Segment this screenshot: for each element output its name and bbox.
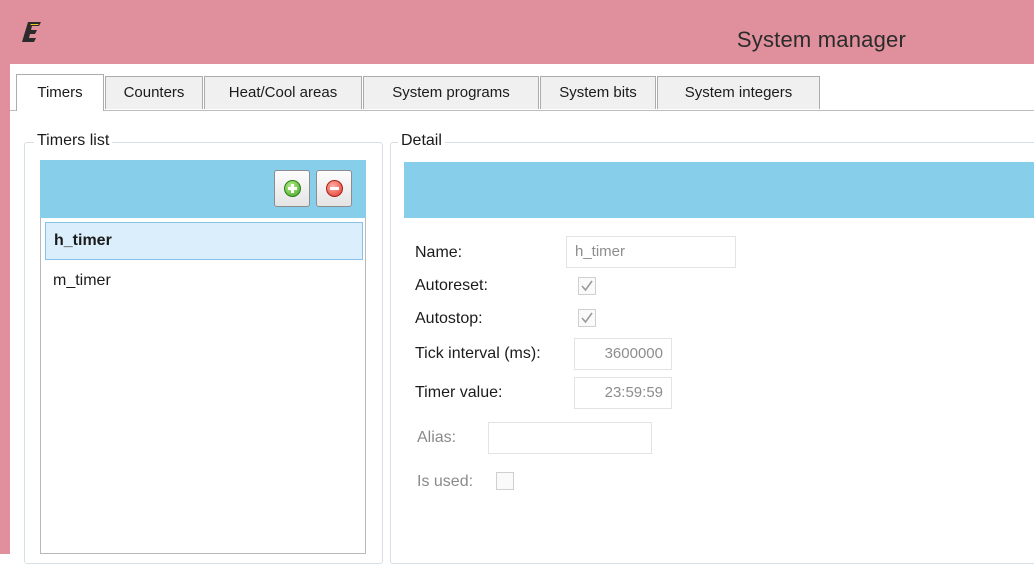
timers-list[interactable]: h_timer m_timer: [40, 218, 366, 554]
add-timer-button[interactable]: [274, 170, 310, 207]
tab-counters[interactable]: Counters: [105, 76, 203, 109]
tab-heat-cool-areas[interactable]: Heat/Cool areas: [204, 76, 362, 109]
name-label: Name:: [415, 244, 463, 261]
autostop-label: Autostop:: [415, 310, 483, 327]
plus-circle-icon: [284, 180, 301, 197]
timer-value-field[interactable]: 23:59:59: [574, 377, 672, 409]
is-used-label: Is used:: [417, 473, 474, 490]
tab-strip: Timers Counters Heat/Cool areas System p…: [10, 74, 1034, 111]
autostop-checkbox[interactable]: [578, 309, 596, 327]
minus-circle-icon: [326, 180, 343, 197]
alias-field[interactable]: [488, 422, 652, 454]
list-item-h-timer[interactable]: h_timer: [45, 222, 363, 260]
is-used-checkbox[interactable]: [496, 472, 514, 490]
tab-system-programs[interactable]: System programs: [363, 76, 539, 109]
tab-system-bits[interactable]: System bits: [540, 76, 656, 109]
checkmark-icon: [581, 312, 593, 324]
timer-value-label: Timer value:: [415, 384, 503, 401]
autoreset-checkbox[interactable]: [578, 277, 596, 295]
tick-interval-label: Tick interval (ms):: [415, 345, 541, 362]
window-frame-left: [0, 64, 10, 554]
remove-timer-button[interactable]: [316, 170, 352, 207]
tick-interval-field[interactable]: 3600000: [574, 338, 672, 370]
detail-label: Detail: [398, 132, 445, 150]
detail-header-bar: [404, 162, 1034, 218]
alias-label: Alias:: [417, 429, 457, 446]
tab-timers[interactable]: Timers: [16, 74, 104, 111]
checkmark-icon: [581, 280, 593, 292]
window-title: System manager: [736, 27, 906, 52]
title-bar: System manager: [0, 0, 1034, 64]
timers-list-toolbar: [40, 160, 366, 218]
timers-list-label: Timers list: [34, 132, 113, 150]
app-logo-icon: [22, 22, 41, 42]
autoreset-label: Autoreset:: [415, 277, 488, 294]
tab-system-integers[interactable]: System integers: [657, 76, 820, 109]
name-field[interactable]: h_timer: [566, 236, 736, 268]
list-item-m-timer[interactable]: m_timer: [45, 262, 363, 300]
